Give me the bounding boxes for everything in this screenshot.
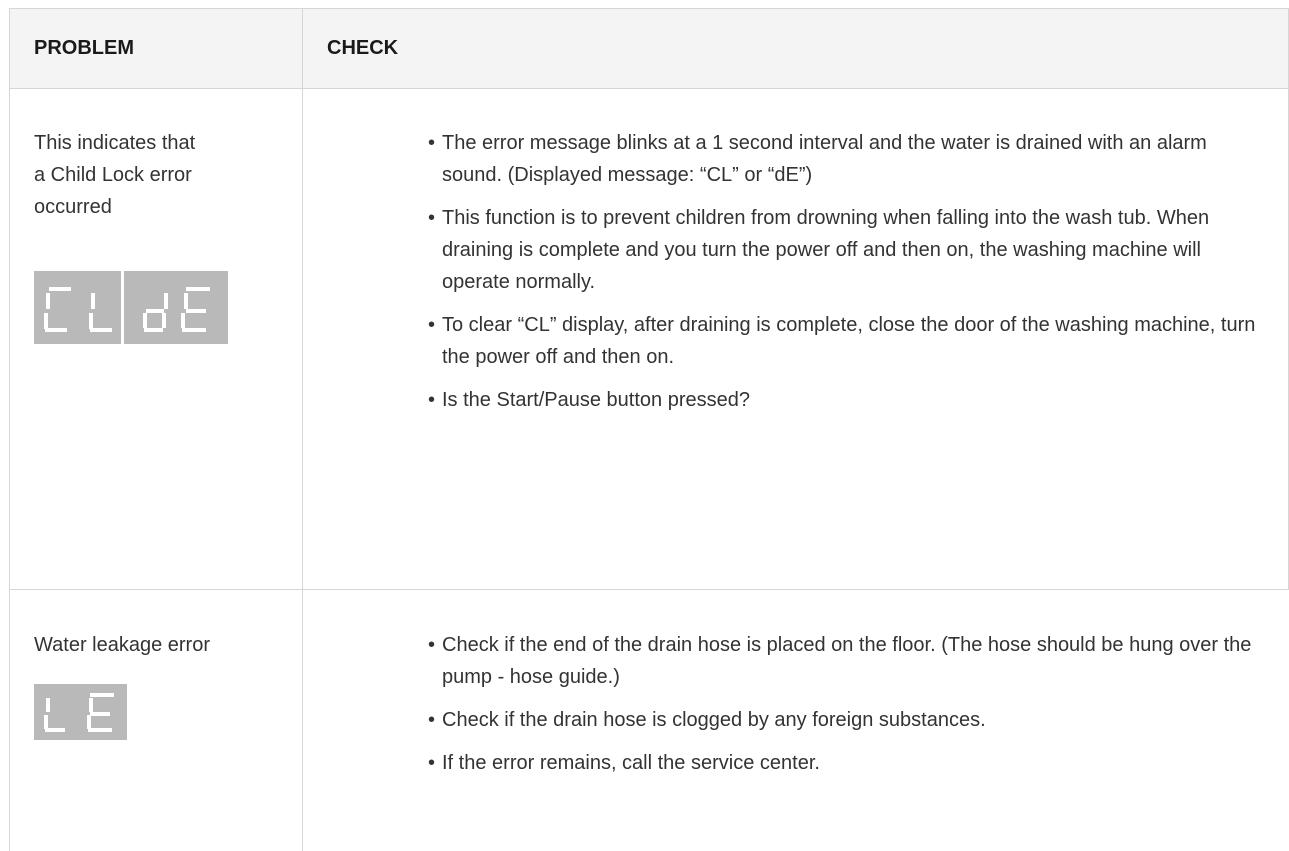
lcd-le-glyph <box>44 693 114 732</box>
lcd-cl-glyph <box>44 287 112 332</box>
list-item: Is the Start/Pause button pressed? <box>428 384 1268 416</box>
row-divider <box>10 589 1289 590</box>
lcd-display-de <box>124 271 228 344</box>
list-item: Check if the drain hose is clogged by an… <box>428 704 1268 736</box>
header-check: CHECK <box>327 37 399 59</box>
problem-line: This indicates that <box>34 132 196 154</box>
troubleshooting-table: PROBLEM CHECK This indicates that a Chil… <box>9 8 1289 851</box>
list-item: To clear “CL” display, after draining is… <box>428 309 1268 373</box>
lcd-de-glyph <box>143 287 210 332</box>
list-item: If the error remains, call the service c… <box>428 747 1268 779</box>
header-problem: PROBLEM <box>34 37 134 59</box>
list-item: This function is to prevent children fro… <box>428 202 1268 298</box>
problem-child-lock: This indicates that a Child Lock error o… <box>34 127 284 223</box>
list-item: Check if the end of the drain hose is pl… <box>428 629 1268 693</box>
column-divider <box>302 9 303 851</box>
lcd-display-le <box>34 684 127 740</box>
checks-child-lock: The error message blinks at a 1 second i… <box>428 127 1268 427</box>
problem-water-leakage: Water leakage error <box>34 629 284 661</box>
checks-water-leakage: Check if the end of the drain hose is pl… <box>428 629 1268 790</box>
problem-line: occurred <box>34 196 112 218</box>
list-item: The error message blinks at a 1 second i… <box>428 127 1268 191</box>
problem-line: Water leakage error <box>34 634 210 656</box>
table-header: PROBLEM CHECK <box>10 9 1289 89</box>
lcd-display-cl <box>34 271 121 344</box>
problem-line: a Child Lock error <box>34 164 192 186</box>
